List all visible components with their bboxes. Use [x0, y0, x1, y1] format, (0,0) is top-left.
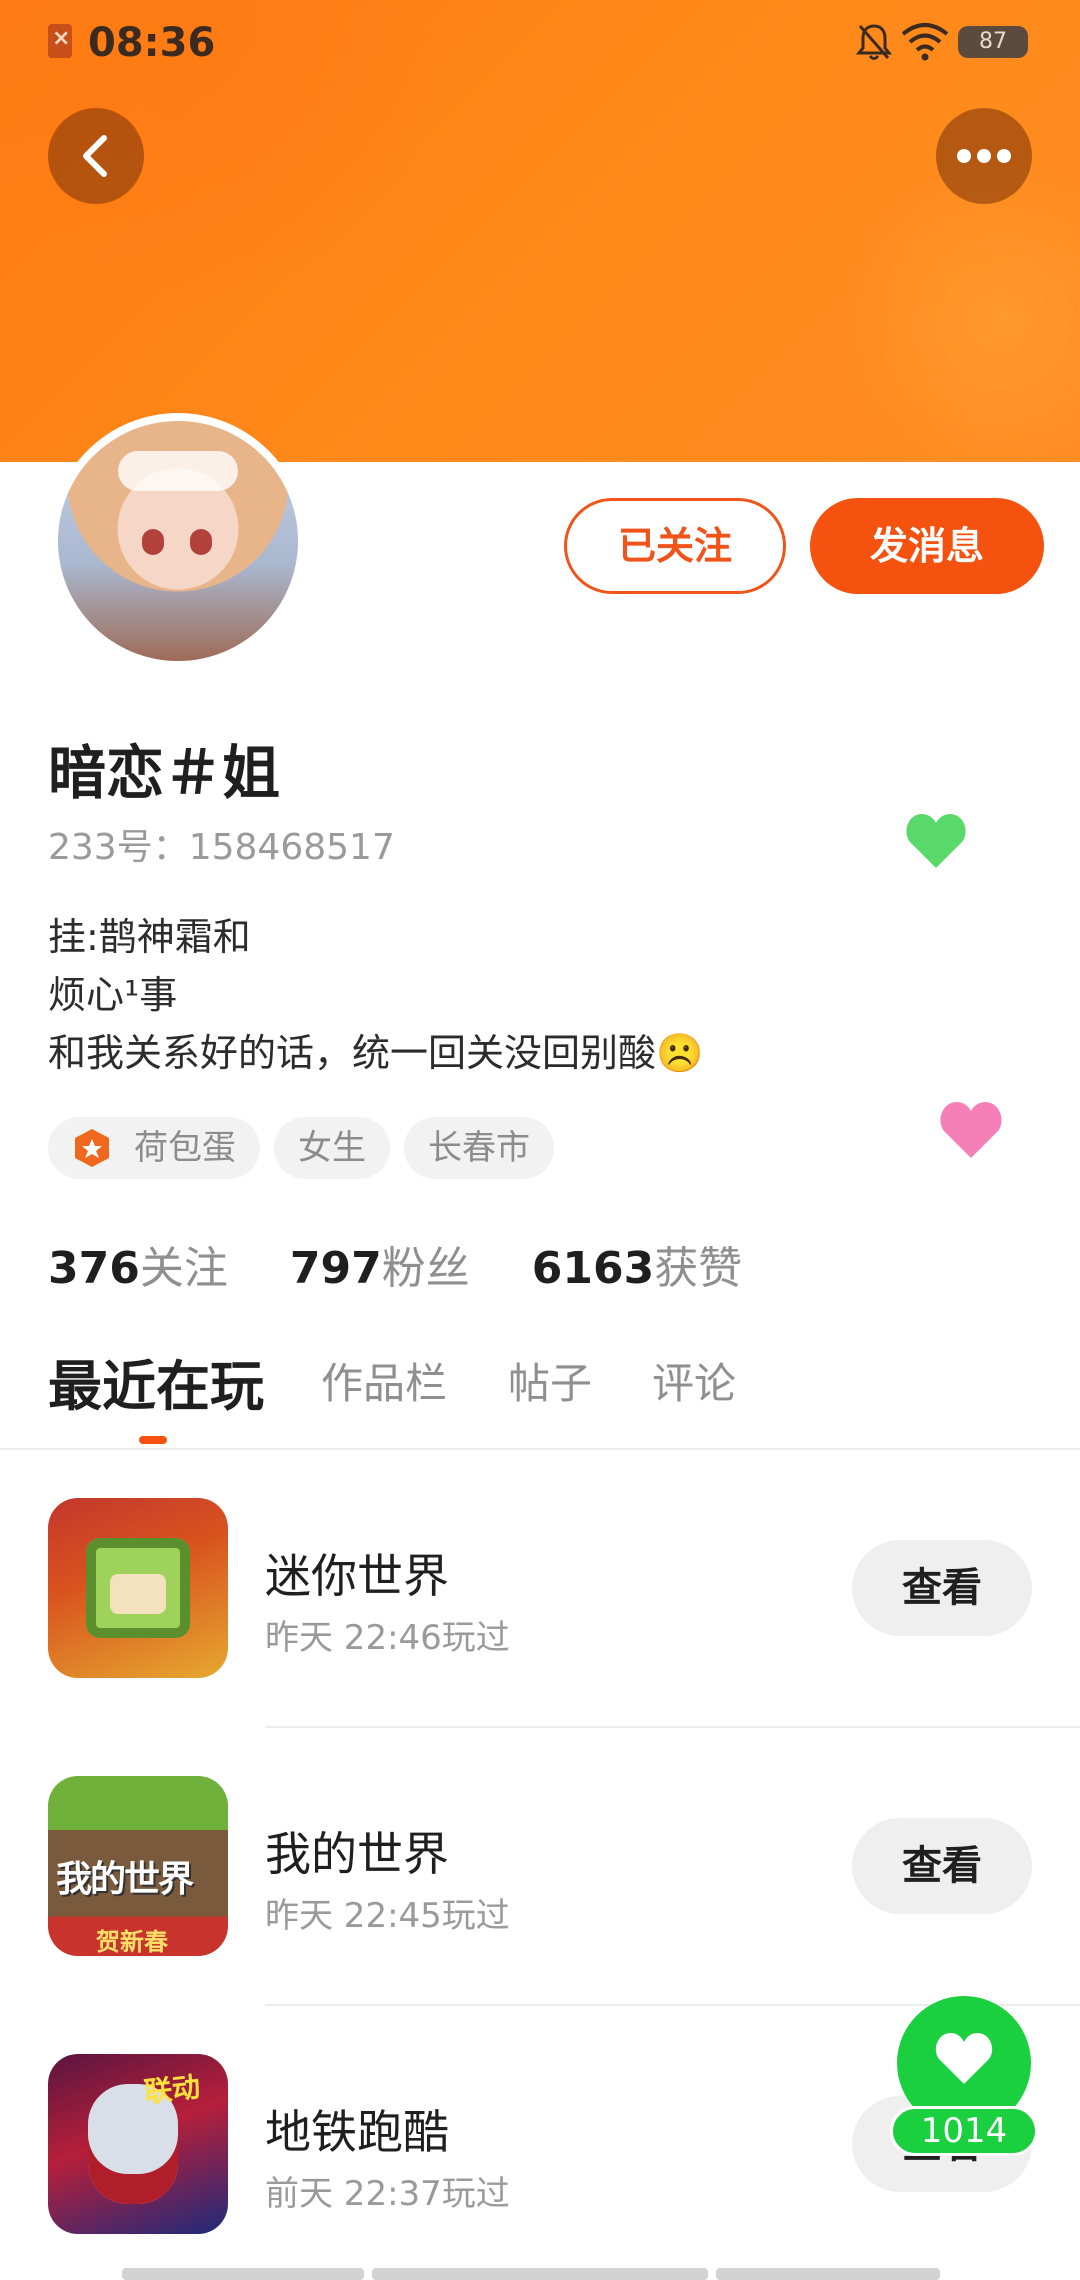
send-message-button[interactable]: 发消息 — [810, 498, 1044, 594]
wifi-icon — [901, 23, 949, 61]
view-button[interactable]: 查看 — [852, 1818, 1032, 1914]
list-item[interactable]: 迷你世界 昨天 22:46玩过 查看 — [0, 1498, 1080, 1678]
view-button[interactable]: 查看 — [852, 1540, 1032, 1636]
heart-icon — [935, 2033, 993, 2084]
game-last-played: 昨天 22:46玩过 — [265, 1618, 510, 1658]
divider — [0, 1448, 1080, 1450]
tab-posts[interactable]: 帖子 — [508, 1350, 592, 1411]
tab-works[interactable]: 作品栏 — [321, 1350, 447, 1411]
game-icon-subway-surfers — [48, 2054, 228, 2234]
game-last-played: 前天 22:37玩过 — [265, 2174, 510, 2214]
battery-icon: 87 — [958, 26, 1028, 58]
game-icon-mini-world — [48, 1498, 228, 1678]
egg-badge-icon — [75, 1129, 109, 1167]
status-time: 08:36 — [88, 20, 216, 66]
tab-recent-play[interactable]: 最近在玩 — [48, 1342, 264, 1421]
bio: 挂:鹊神霜和 烦心¹事 和我关系好的话，统一回关没回别酸☹️ — [48, 908, 703, 1082]
tag-city[interactable]: 长春市 — [404, 1117, 554, 1179]
bio-line: 和我关系好的话，统一回关没回别酸☹️ — [48, 1031, 704, 1075]
tag-label: 女生 — [298, 1128, 366, 1168]
stat-label: 粉丝 — [381, 1243, 470, 1294]
stat-value: 797 — [289, 1243, 382, 1294]
stat-following[interactable]: 376关注 — [48, 1232, 228, 1296]
avatar-image — [58, 421, 298, 661]
list-item[interactable]: 我的世界 昨天 22:45玩过 查看 — [0, 1776, 1080, 1956]
more-options-button[interactable] — [936, 108, 1032, 204]
stat-label: 关注 — [139, 1243, 228, 1294]
bio-line: 烦心¹事 — [48, 973, 178, 1017]
bell-off-icon — [856, 24, 892, 60]
divider — [265, 1726, 1080, 1728]
heart-icon — [940, 1102, 1002, 1158]
stat-label: 获赞 — [654, 1243, 743, 1294]
status-bar: 08:36 87 — [0, 0, 1080, 90]
stat-value: 6163 — [531, 1243, 655, 1294]
profile-stats: 376关注 797粉丝 6163获赞 — [48, 1232, 804, 1296]
followed-button[interactable]: 已关注 — [564, 498, 786, 594]
bottom-bar-segment — [716, 2268, 940, 2280]
sim-off-icon — [48, 24, 72, 58]
tag-label: 长春市 — [428, 1128, 530, 1168]
game-name: 迷你世界 — [265, 1549, 449, 1603]
user-id: 233号：158468517 — [48, 827, 395, 868]
bottom-bar-segment — [122, 2268, 364, 2280]
tag-label: 荷包蛋 — [134, 1128, 236, 1168]
tag-egg-level[interactable]: 荷包蛋 — [48, 1117, 260, 1179]
tag-list: 荷包蛋 女生 长春市 — [48, 1117, 554, 1179]
stat-value: 376 — [48, 1243, 140, 1294]
avatar[interactable] — [50, 413, 306, 669]
bottom-bar-segment — [372, 2268, 708, 2280]
like-count: 1014 — [890, 2106, 1038, 2156]
more-dots-icon — [957, 149, 1011, 163]
stat-fans[interactable]: 797粉丝 — [290, 1232, 470, 1296]
chevron-left-icon — [83, 135, 107, 177]
game-icon-minecraft — [48, 1776, 228, 1956]
game-name: 我的世界 — [265, 1827, 449, 1881]
bio-line: 挂:鹊神霜和 — [48, 915, 251, 959]
tag-gender[interactable]: 女生 — [274, 1117, 390, 1179]
tab-comments[interactable]: 评论 — [652, 1350, 736, 1411]
username: 暗恋＃姐 — [48, 739, 281, 807]
heart-icon — [906, 814, 966, 868]
stat-likes[interactable]: 6163获赞 — [532, 1232, 742, 1296]
battery-level: 87 — [979, 29, 1007, 54]
game-last-played: 昨天 22:45玩过 — [265, 1896, 510, 1936]
game-name: 地铁跑酷 — [265, 2105, 449, 2159]
active-tab-indicator — [139, 1436, 167, 1444]
back-button[interactable] — [48, 108, 144, 204]
